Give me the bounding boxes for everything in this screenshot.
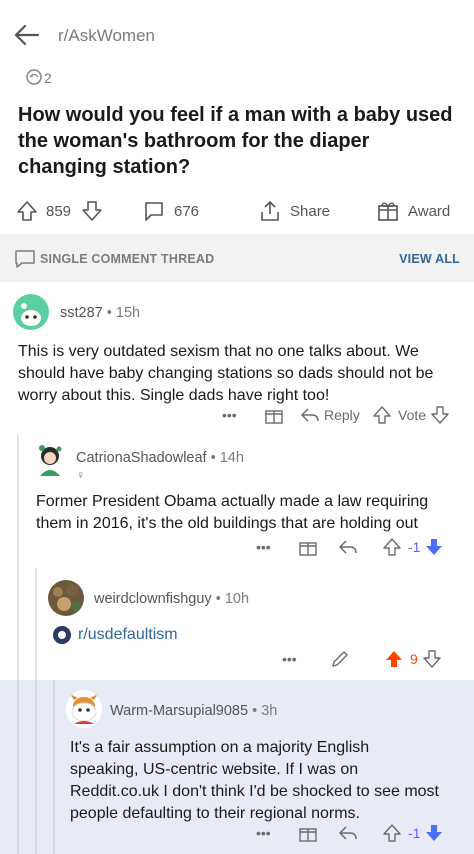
share-label: Share — [290, 202, 331, 220]
post-actions: 859 676 Share Award — [0, 196, 474, 228]
reply-button[interactable]: Reply — [300, 403, 360, 427]
downvote-icon[interactable] — [430, 405, 450, 425]
score: 9 — [410, 651, 418, 667]
comment-author: Warm-Marsupial9085 • 3h — [110, 703, 278, 719]
single-comment-thread-bar: SINGLE COMMENT THREAD VIEW ALL — [0, 234, 474, 282]
score: -1 — [408, 825, 421, 841]
more-options-button[interactable]: ••• — [256, 535, 271, 559]
award-count: 2 — [44, 70, 52, 86]
downvote-icon[interactable] — [424, 537, 444, 557]
upvote-icon[interactable] — [382, 537, 402, 557]
reply-icon — [301, 408, 319, 422]
comment-count: 676 — [174, 202, 200, 220]
timestamp: 15h — [115, 305, 141, 321]
share-button[interactable]: Share — [258, 196, 330, 226]
gift-icon — [265, 410, 283, 424]
vote-group: 9 — [384, 647, 442, 671]
vote-count: 859 — [46, 202, 72, 220]
top-bar: r/AskWomen — [0, 0, 474, 72]
comment-body: This is very outdated sexism that no one… — [18, 343, 434, 404]
edit-button[interactable] — [330, 647, 350, 671]
username[interactable]: CatrionaShadowleaf — [76, 450, 207, 466]
upvote-icon — [373, 406, 391, 424]
comment-actions: ••• 9 — [0, 647, 474, 673]
reply-icon — [339, 826, 357, 840]
comment-author: CatrionaShadowleaf • 14h — [76, 450, 244, 466]
award-label: Award — [408, 202, 451, 220]
back-arrow-icon[interactable] — [12, 20, 42, 50]
reply-button[interactable] — [338, 821, 358, 845]
thread-label: SINGLE COMMENT THREAD — [40, 252, 215, 266]
share-icon — [261, 201, 279, 221]
more-options-button[interactable]: ••• — [256, 821, 271, 845]
edit-icon — [332, 651, 348, 667]
comment-actions: ••• -1 — [0, 535, 474, 561]
reply-label: Reply — [324, 407, 360, 423]
avatar[interactable] — [66, 690, 102, 728]
comments-button[interactable]: 676 — [142, 196, 199, 226]
comment-author: weirdclownfishguy • 10h — [94, 591, 250, 607]
vote-group: -1 — [382, 535, 444, 559]
upvote-icon[interactable] — [382, 823, 402, 843]
subreddit-icon — [53, 626, 71, 644]
timestamp: 3h — [261, 703, 278, 719]
downvote-icon[interactable] — [424, 823, 444, 843]
gift-button[interactable] — [298, 535, 318, 559]
comment-author: sst287 • 15h — [60, 305, 141, 321]
view-all-link[interactable]: VIEW ALL — [399, 252, 460, 266]
comment-body: Former President Obama actually made a l… — [36, 493, 429, 532]
gift-icon — [378, 202, 398, 221]
timestamp: 14h — [219, 450, 244, 466]
vote-button[interactable]: Vote — [372, 403, 450, 427]
username[interactable]: weirdclownfishguy — [94, 591, 212, 607]
more-options-button[interactable]: ••• — [222, 403, 237, 427]
award-button[interactable]: Award — [376, 196, 450, 226]
upvote-icon[interactable] — [16, 199, 38, 223]
more-options-button[interactable]: ••• — [282, 647, 297, 671]
gift-button[interactable] — [298, 821, 318, 845]
gift-icon — [299, 828, 317, 842]
comment-actions: ••• -1 — [0, 821, 474, 847]
avatar[interactable] — [13, 294, 49, 330]
gift-button[interactable] — [264, 403, 284, 427]
user-flair: ♀ — [76, 468, 85, 482]
gift-icon — [299, 542, 317, 556]
reply-button[interactable] — [338, 535, 358, 559]
reply-icon — [339, 540, 357, 554]
avatar[interactable] — [48, 580, 84, 616]
chat-bubble-icon — [15, 250, 35, 268]
vote-label: Vote — [398, 407, 427, 423]
username[interactable]: sst287 — [60, 305, 103, 321]
avatar[interactable] — [34, 442, 66, 480]
subreddit-link[interactable]: r/usdefaultism — [52, 625, 178, 645]
post-title: How would you feel if a man with a baby … — [18, 104, 453, 178]
vote-group: -1 — [382, 821, 444, 845]
username[interactable]: Warm-Marsupial9085 — [110, 703, 248, 719]
comment-icon — [145, 202, 163, 221]
upvote-icon[interactable] — [384, 649, 404, 669]
downvote-icon[interactable] — [81, 199, 103, 223]
subreddit-name[interactable]: r/AskWomen — [58, 26, 155, 46]
vote-group: 859 — [16, 196, 103, 226]
timestamp: 10h — [224, 591, 250, 607]
comment-actions: ••• Reply Vote — [0, 403, 474, 429]
score: -1 — [408, 539, 421, 555]
downvote-icon[interactable] — [422, 649, 442, 669]
comment-body: It's a fair assumption on a majority Eng… — [70, 739, 439, 822]
subreddit-link-text: r/usdefaultism — [78, 626, 178, 643]
